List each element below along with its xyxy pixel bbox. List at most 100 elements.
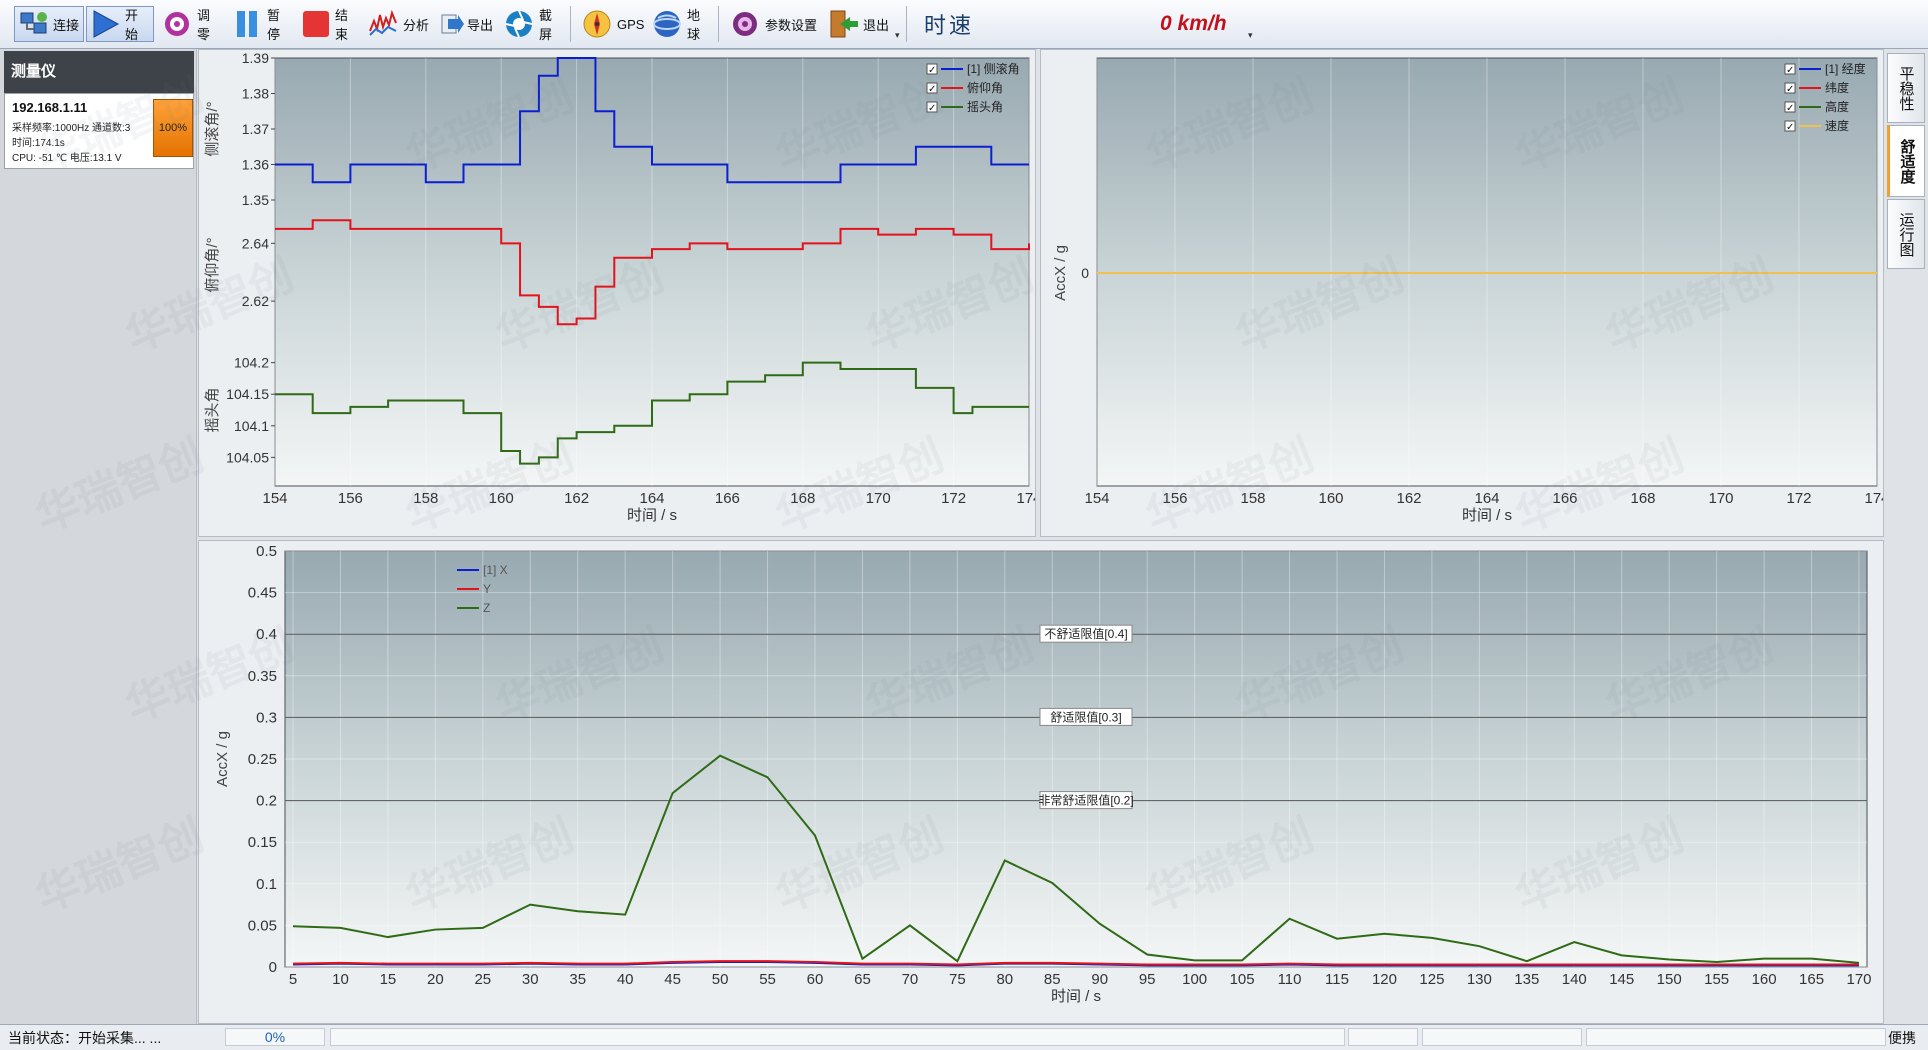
- x-tick-label: 170: [1846, 971, 1871, 988]
- export-button[interactable]: 导出: [436, 6, 498, 42]
- device-ip: 192.168.1.11: [12, 100, 88, 115]
- stop-button[interactable]: 结束: [296, 6, 362, 42]
- gps-label: GPS: [617, 16, 645, 32]
- connect-label: 连接: [53, 17, 80, 33]
- x-tick-label: 30: [522, 971, 539, 988]
- toolbar-overflow-icon[interactable]: ▾: [895, 30, 900, 41]
- export-label: 导出: [467, 17, 494, 33]
- x-tick-label: 160: [489, 490, 514, 507]
- gear-icon: [730, 9, 762, 39]
- x-tick-label: 135: [1514, 971, 1539, 988]
- x-tick-label: 174: [1864, 490, 1883, 507]
- x-tick-label: 140: [1562, 971, 1587, 988]
- x-tick-label: 172: [1786, 490, 1811, 507]
- x-tick-label: 156: [338, 490, 363, 507]
- x-tick-label: 50: [712, 971, 729, 988]
- zero-label: 调零: [197, 8, 211, 42]
- x-tick-label: 162: [1396, 490, 1421, 507]
- pause-button[interactable]: 暂停: [228, 6, 292, 42]
- status-cell: [1586, 1028, 1886, 1046]
- legend-label: 俯仰角: [967, 80, 1003, 95]
- y-tick-label: 0.4: [256, 626, 277, 643]
- status-cell: [1422, 1028, 1582, 1046]
- legend-label: 纬度: [1825, 80, 1849, 95]
- x-tick-label: 115: [1325, 971, 1349, 988]
- tab-running-chart-label: 运行图: [1897, 211, 1915, 257]
- x-tick-label: 162: [564, 490, 589, 507]
- tab-comfort[interactable]: 舒适度: [1887, 125, 1925, 197]
- spectrum-analyze-icon: [368, 9, 400, 39]
- stop-icon: [300, 9, 332, 39]
- x-tick-label: 158: [413, 490, 438, 507]
- y-tick-label: 0.1: [256, 876, 277, 893]
- y-tick-label: 0.05: [248, 917, 277, 934]
- x-tick-label: 95: [1139, 971, 1156, 988]
- start-label: 开始: [125, 8, 139, 42]
- toolbar-separator: [718, 6, 719, 42]
- y-tick-label: 0.45: [248, 585, 277, 602]
- y-tick-label: 1.37: [242, 121, 269, 137]
- legend-label: 速度: [1825, 118, 1849, 133]
- y-axis-label: 摇头角: [204, 387, 221, 432]
- status-mode: 便携: [1888, 1030, 1916, 1046]
- x-tick-label: 70: [902, 971, 919, 988]
- threshold-label: 不舒适限值[0.4]: [1044, 626, 1127, 641]
- play-icon: [90, 9, 122, 39]
- exit-door-icon: [828, 9, 860, 39]
- x-tick-label: 160: [1318, 490, 1343, 507]
- x-tick-label: 100: [1182, 971, 1207, 988]
- battery-indicator: 100%: [153, 99, 193, 157]
- tab-stability[interactable]: 平稳性: [1887, 53, 1925, 123]
- x-axis-label: 时间 / s: [1051, 988, 1101, 1005]
- screenshot-button[interactable]: 截屏: [500, 6, 566, 42]
- y-axis-label: AccX / g: [214, 731, 231, 787]
- x-tick-label: 80: [996, 971, 1013, 988]
- legend-check-mark: ✓: [928, 65, 936, 76]
- x-tick-label: 65: [854, 971, 871, 988]
- threshold-label: 非常舒适限值[0.2]: [1038, 793, 1133, 808]
- device-panel: 测量仪 192.168.1.11 采样频率:1000Hz 通道数:3 时间:17…: [0, 49, 197, 1024]
- x-tick-label: 158: [1240, 490, 1265, 507]
- y-tick-label: 104.1: [234, 418, 269, 434]
- legend-check-mark: ✓: [1786, 65, 1794, 76]
- x-tick-label: 170: [1708, 490, 1733, 507]
- y-tick-label: 0.15: [248, 834, 277, 851]
- tab-running-chart[interactable]: 运行图: [1887, 199, 1925, 269]
- x-tick-label: 25: [474, 971, 491, 988]
- globe-icon: [652, 9, 684, 39]
- earth-button[interactable]: 地球: [648, 6, 714, 42]
- y-tick-label: 0.25: [248, 751, 277, 768]
- analyze-button[interactable]: 分析: [364, 6, 434, 42]
- x-tick-label: 166: [1552, 490, 1577, 507]
- x-tick-label: 55: [759, 971, 776, 988]
- settings-button[interactable]: 参数设置: [726, 6, 822, 42]
- target-zero-icon: [162, 9, 194, 39]
- y-axis-label: AccX / g: [1052, 245, 1069, 301]
- toolbar-separator: [570, 6, 571, 42]
- x-tick-label: 15: [380, 971, 397, 988]
- exit-button[interactable]: 退出: [824, 6, 894, 42]
- attitude-chart: 154 156 158 160 162 164 166 168 170 172 174 时间 / s 1…: [204, 50, 1042, 524]
- speed-value: 0 km/h: [1160, 12, 1227, 35]
- x-tick-label: 5: [289, 971, 297, 988]
- legend-label: Z: [483, 601, 490, 615]
- speed-overflow-icon[interactable]: ▾: [1248, 30, 1253, 41]
- y-tick-label: 0: [269, 959, 277, 976]
- legend-label: Y: [483, 582, 491, 596]
- stop-label: 结束: [335, 8, 349, 42]
- zero-button[interactable]: 调零: [158, 6, 226, 42]
- screenshot-label: 截屏: [539, 8, 553, 42]
- start-button[interactable]: 开始: [86, 6, 154, 42]
- device-card[interactable]: 192.168.1.11 采样频率:1000Hz 通道数:3 时间:174.1s…: [4, 93, 194, 169]
- y-tick-label: 0.3: [256, 709, 277, 726]
- connect-button[interactable]: 连接: [14, 6, 84, 42]
- export-arrow-icon: [440, 9, 464, 39]
- y-tick-label: 1.36: [242, 157, 269, 173]
- x-tick-label: 160: [1752, 971, 1777, 988]
- exit-label: 退出: [863, 17, 890, 33]
- gps-button[interactable]: GPS: [578, 6, 644, 42]
- x-tick-label: 164: [1474, 490, 1499, 507]
- status-bar: 当前状态：开始采集... ... 0% 便携: [0, 1024, 1928, 1050]
- tab-comfort-label: 舒适度: [1898, 138, 1916, 184]
- x-tick-label: 90: [1091, 971, 1108, 988]
